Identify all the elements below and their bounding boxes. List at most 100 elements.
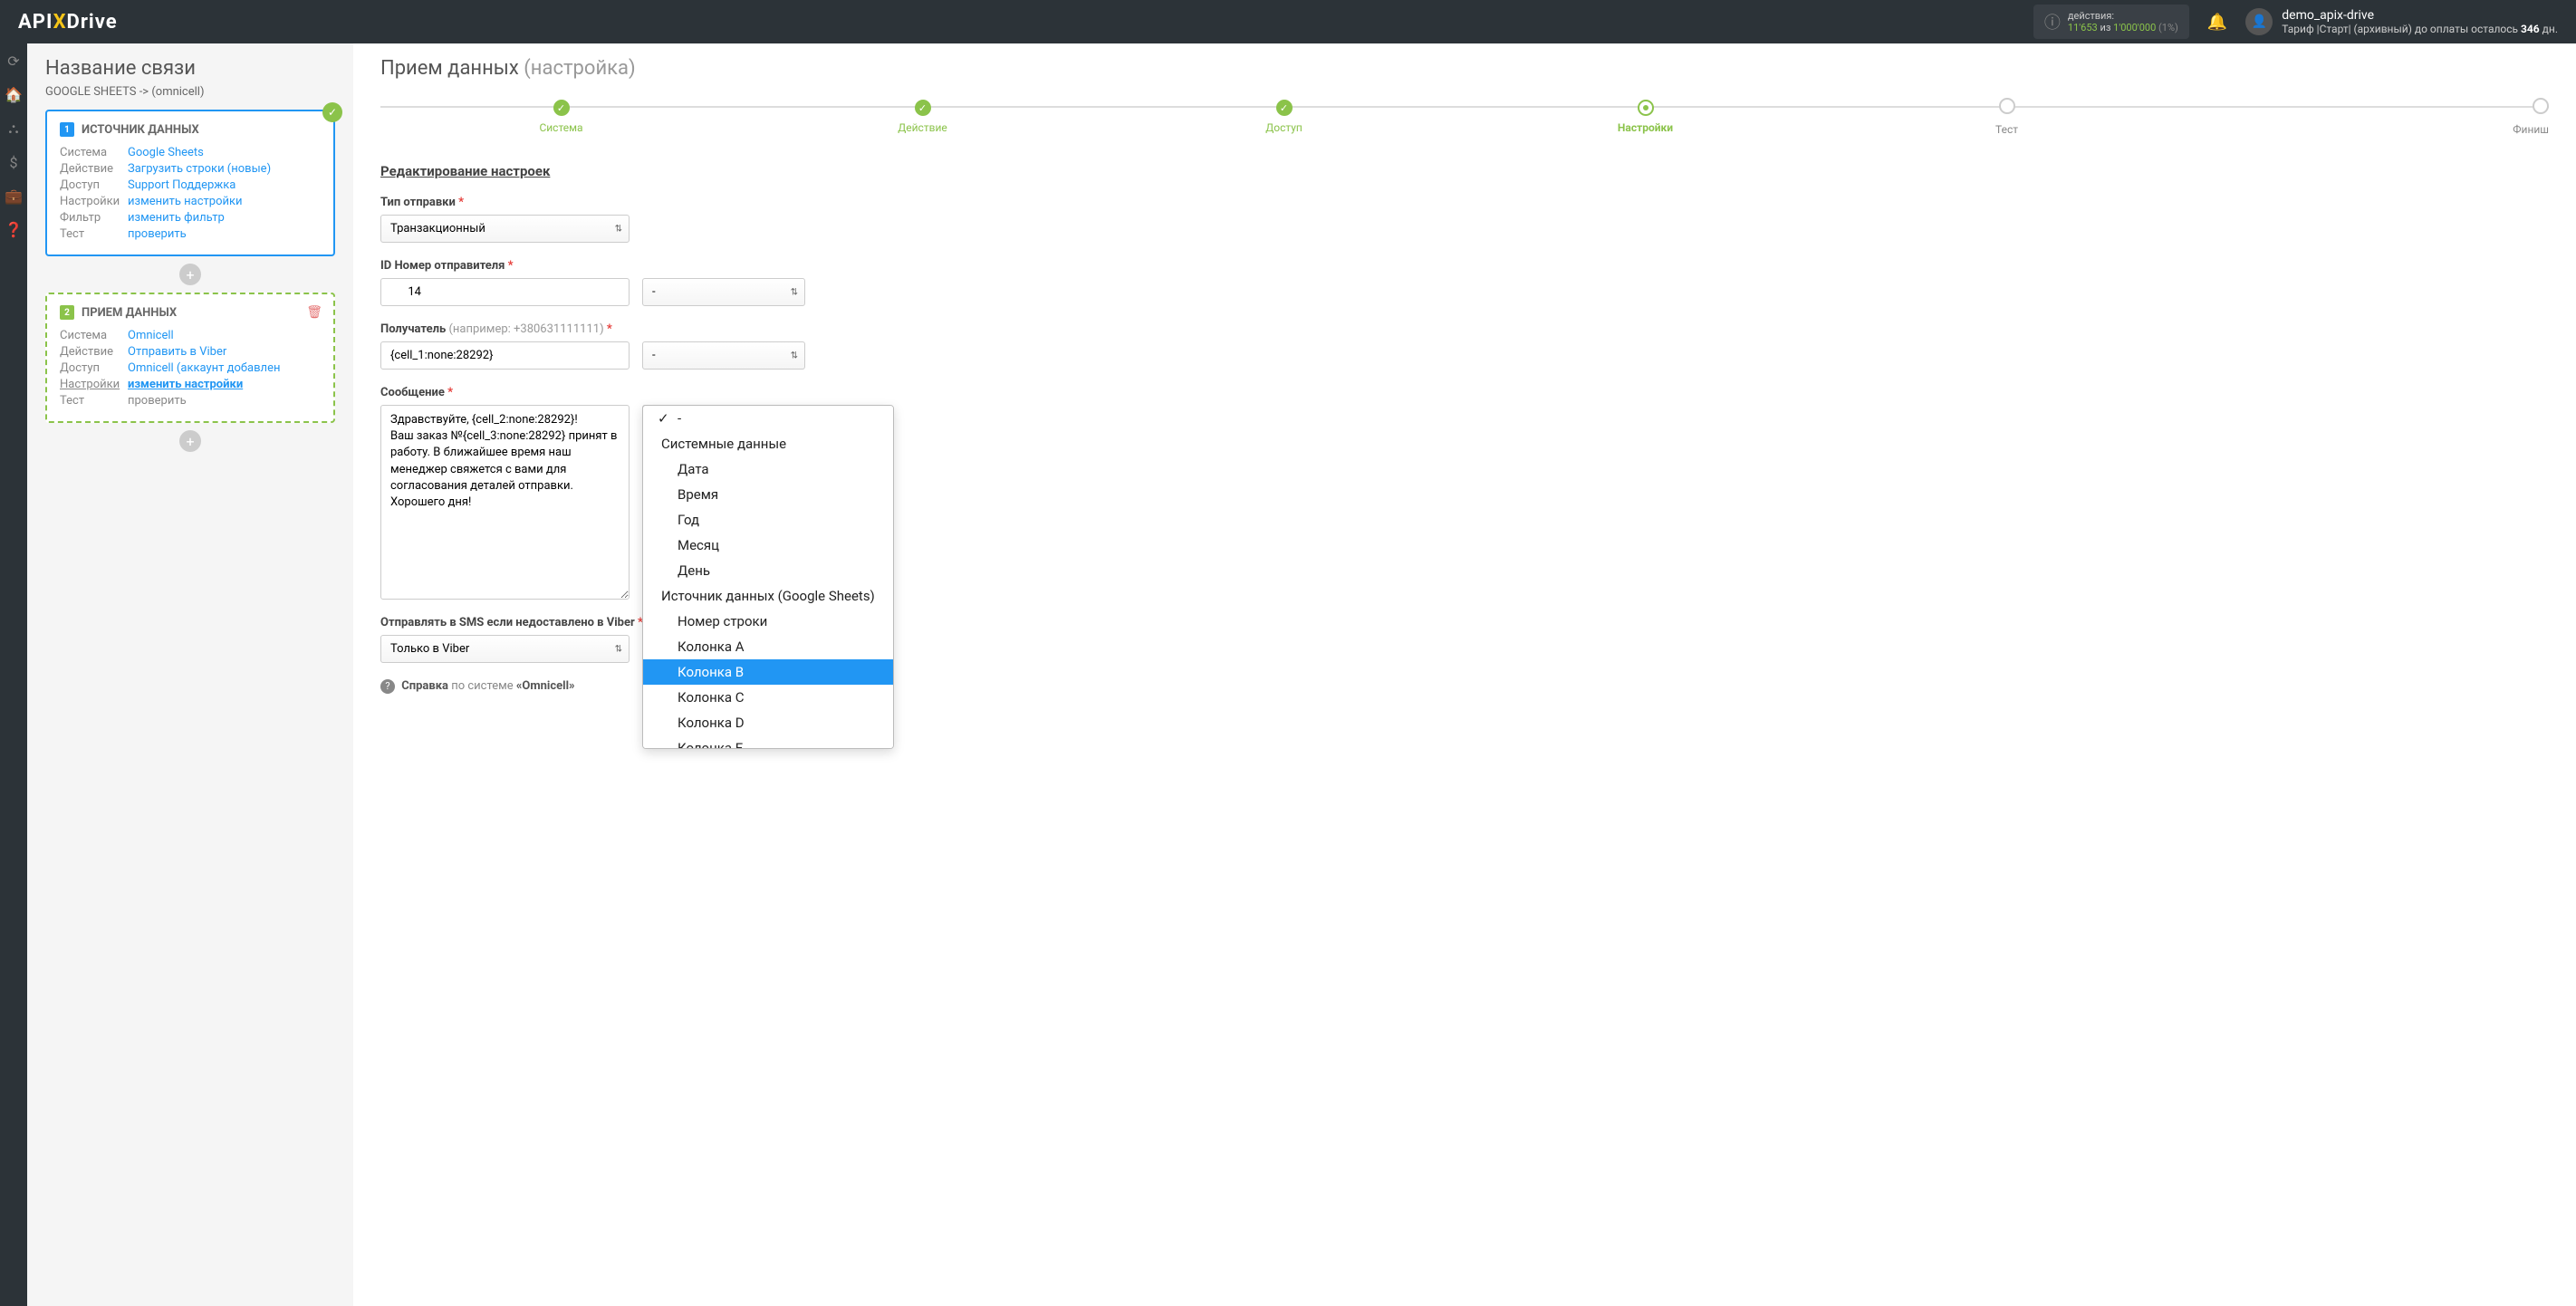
actions-pct: (1%) (2158, 22, 2178, 34)
variable-dropdown: - Системные данные Дата Время Год Месяц … (642, 405, 894, 749)
label: Настройки (60, 378, 128, 391)
briefcase-icon[interactable]: 💼 (5, 187, 23, 205)
card-num-1: 1 (60, 122, 74, 137)
send-type-select[interactable]: Транзакционный (380, 215, 630, 243)
recipient-var-select[interactable]: - (642, 341, 805, 370)
field-recipient: Получатель (например: +380631111111) * - (380, 322, 2549, 370)
field-sender-id: ID Номер отправителя * - (380, 259, 2549, 306)
dd-year[interactable]: Год (643, 507, 893, 533)
dollar-icon[interactable]: $ (10, 154, 18, 171)
actions-label: действия: (2068, 10, 2178, 22)
recipient-input[interactable] (380, 341, 630, 370)
dd-col-a[interactable]: Колонка A (643, 634, 893, 659)
source-access-link[interactable]: Support Поддержка (128, 178, 235, 192)
refresh-icon[interactable]: ⟳ (7, 53, 19, 70)
user-plan: Тариф |Старт| (архивный) до оплаты остал… (2282, 23, 2558, 35)
card-num-2: 2 (60, 305, 74, 320)
label: Тест (60, 394, 128, 408)
add-step-button[interactable]: + (179, 264, 201, 285)
dd-day[interactable]: День (643, 558, 893, 583)
field-message: Сообщение * - - Системные данные Дата Вр… (380, 386, 2549, 600)
dd-time[interactable]: Время (643, 482, 893, 507)
add-dest-button[interactable]: + (179, 430, 201, 452)
dest-action-link[interactable]: Отправить в Viber (128, 345, 226, 359)
dd-col-b[interactable]: Колонка B (643, 659, 893, 685)
step-access[interactable]: ✓Доступ (1103, 100, 1465, 134)
source-action-link[interactable]: Загрузить строки (новые) (128, 162, 271, 176)
actions-total: 1'000'000 (2113, 22, 2156, 34)
dd-dash[interactable]: - (643, 406, 893, 431)
actions-of: из (2100, 22, 2110, 34)
check-icon: ✓ (322, 102, 342, 122)
left-panel: Название связи GOOGLE SHEETS -> (omnicel… (27, 43, 353, 1306)
dd-col-d[interactable]: Колонка D (643, 710, 893, 735)
source-filter-link[interactable]: изменить фильтр (128, 211, 225, 225)
dd-row[interactable]: Номер строки (643, 609, 893, 634)
logo-x: X (53, 11, 67, 34)
user-info: demo_apix-drive Тариф |Старт| (архивный)… (2282, 8, 2558, 35)
dest-settings-link[interactable]: изменить настройки (128, 378, 243, 391)
dest-access-link[interactable]: Omnicell (аккаунт добавлен (128, 361, 280, 375)
label: Доступ (60, 178, 128, 192)
container: ⟳ 🏠 ⛬ $ 💼 ❓ Название связи GOOGLE SHEETS… (0, 43, 2576, 1306)
label: Действие (60, 345, 128, 359)
logo-text2: Drive (67, 11, 118, 34)
dest-test-link: проверить (128, 394, 187, 408)
label: Доступ (60, 361, 128, 375)
connection-subtitle: GOOGLE SHEETS -> (omnicell) (45, 85, 335, 99)
source-card: ✓ 1 ИСТОЧНИК ДАННЫХ СистемаGoogle Sheets… (45, 110, 335, 256)
section-title: Редактирование настроек (380, 163, 2549, 179)
avatar-icon: 👤 (2245, 8, 2273, 35)
source-card-header: 1 ИСТОЧНИК ДАННЫХ (60, 122, 321, 137)
source-test-link[interactable]: проверить (128, 227, 187, 241)
sender-id-input[interactable] (380, 278, 630, 306)
label: Тест (60, 227, 128, 241)
field-send-type: Тип отправки * Транзакционный (380, 196, 2549, 243)
logo: APIXDrive (18, 11, 118, 34)
dd-col-e[interactable]: Колонка E (643, 735, 893, 749)
user-name: demo_apix-drive (2282, 8, 2558, 23)
header-right: ⓘ действия: 11'653 из 1'000'000 (1%) 🔔 👤… (2033, 5, 2558, 39)
label: Фильтр (60, 211, 128, 225)
step-action[interactable]: ✓Действие (742, 100, 1103, 134)
help-icon[interactable]: ❓ (5, 221, 23, 238)
step-system[interactable]: ✓Система (380, 100, 742, 134)
dd-col-c[interactable]: Колонка C (643, 685, 893, 710)
user-box[interactable]: 👤 demo_apix-drive Тариф |Старт| (архивны… (2245, 8, 2558, 35)
source-system-link[interactable]: Google Sheets (128, 146, 204, 159)
trash-icon[interactable]: 🗑 (306, 305, 322, 320)
page-title: Прием данных (настройка) (380, 57, 2549, 80)
step-settings[interactable]: Настройки (1465, 100, 1826, 134)
step-test[interactable]: Тест (1826, 98, 2187, 136)
dd-group-source: Источник данных (Google Sheets) (643, 583, 893, 609)
dest-system-link[interactable]: Omnicell (128, 329, 174, 342)
app-header: APIXDrive ⓘ действия: 11'653 из 1'000'00… (0, 0, 2576, 43)
sitemap-icon[interactable]: ⛬ (8, 120, 18, 138)
label: Система (60, 329, 128, 342)
sms-fallback-select[interactable]: Только в Viber (380, 635, 630, 663)
main-panel: Прием данных (настройка) ✓Система ✓Дейст… (353, 43, 2576, 1306)
stepper: ✓Система ✓Действие ✓Доступ Настройки Тес… (380, 98, 2549, 136)
source-settings-link[interactable]: изменить настройки (128, 195, 243, 208)
label: Система (60, 146, 128, 159)
dd-group-system: Системные данные (643, 431, 893, 456)
connection-title: Название связи (45, 57, 335, 80)
logo-text: API (18, 11, 53, 34)
label: Действие (60, 162, 128, 176)
step-line (380, 106, 2549, 108)
sender-id-var-select[interactable]: - (642, 278, 805, 306)
sidebar-nav: ⟳ 🏠 ⛬ $ 💼 ❓ (0, 43, 27, 1306)
dd-month[interactable]: Месяц (643, 533, 893, 558)
step-finish[interactable]: Финиш (2187, 98, 2549, 136)
message-textarea[interactable] (380, 405, 630, 600)
dd-date[interactable]: Дата (643, 456, 893, 482)
actions-text: действия: 11'653 из 1'000'000 (1%) (2068, 10, 2178, 34)
info-icon: ⓘ (2044, 10, 2061, 34)
dest-card: 🗑 2 ПРИЕМ ДАННЫХ СистемаOmnicell Действи… (45, 293, 335, 423)
actions-counter: ⓘ действия: 11'653 из 1'000'000 (1%) (2033, 5, 2189, 39)
bell-icon[interactable]: 🔔 (2207, 13, 2227, 32)
label: Настройки (60, 195, 128, 208)
question-icon: ? (380, 679, 395, 694)
actions-used: 11'653 (2068, 22, 2098, 34)
home-icon[interactable]: 🏠 (5, 86, 23, 103)
